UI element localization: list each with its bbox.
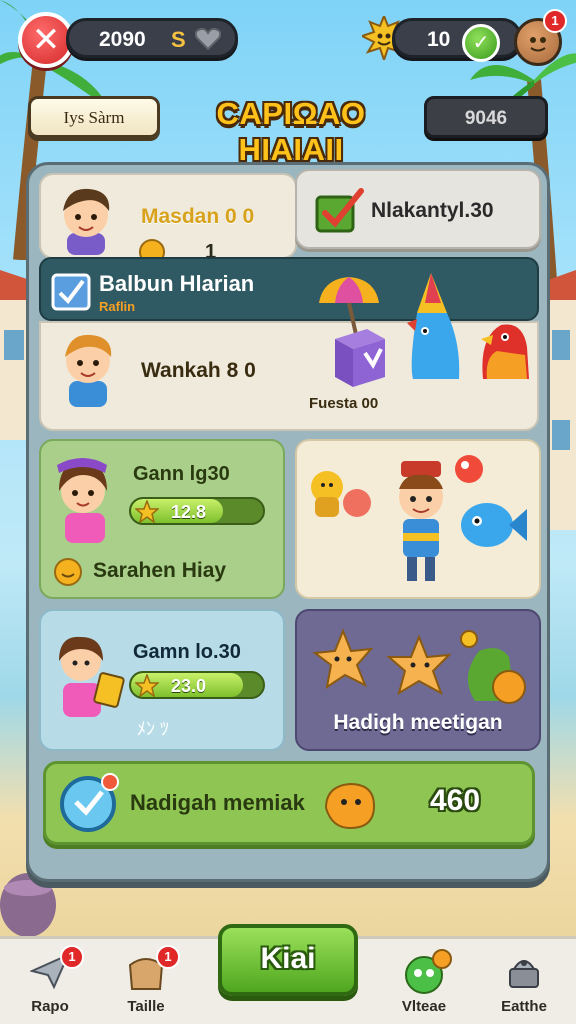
player-2-name: Wankah 8 0 [141, 359, 256, 382]
check-square-icon [51, 273, 91, 311]
green-orb-icon [405, 949, 452, 994]
player-card-2[interactable]: Wankah 8 0 Fuesta 00 [39, 273, 539, 431]
play-button-label: Kiai [260, 942, 316, 975]
robot-icon [509, 960, 539, 988]
player-card-4[interactable]: Gamn lo.30 23.0 ﾒﾝ ﾂ [39, 609, 285, 751]
hadigh-card[interactable]: Hadigh meetigan [295, 609, 541, 751]
nav-item-vlteae[interactable]: Vlteae [384, 945, 464, 1021]
nadigah-card[interactable]: Nadigah memiak 460 [43, 761, 535, 845]
player-3-progress-bar: 12.8 [129, 497, 265, 525]
banner-title: Balbun Hlarian [99, 271, 255, 296]
orange-blob-icon [324, 782, 376, 830]
player-4-progress-text: 23.0 [171, 676, 207, 696]
blue-creature-icon [407, 273, 460, 379]
player-4-footer: ﾒﾝ ﾂ [137, 719, 170, 739]
nav-badge-taille: 1 [156, 945, 180, 969]
player-3-progress-text: 12.8 [171, 502, 207, 522]
player-1-name: Masdan 0 0 [141, 205, 255, 228]
player-3-name: Gann lg30 [133, 463, 230, 485]
star-icon [135, 500, 159, 523]
player-name: Iys Sàrm [63, 108, 125, 127]
player-card-3[interactable]: Gann lg30 12.8 Sarahen Hiay [39, 439, 285, 599]
chat-bubble-icon [60, 773, 119, 832]
smiley-coin-icon [54, 558, 82, 586]
nav-label-eatthe: Eatthe [501, 998, 547, 1015]
nav-label-taille: Taille [127, 998, 165, 1015]
star-icon [135, 674, 159, 697]
score-box: 9046 [424, 96, 548, 138]
gem-counter: 10 [392, 18, 522, 58]
notification-badge: 1 [543, 9, 567, 33]
heart-icon [195, 27, 221, 51]
kid-avatar-icon [65, 334, 112, 407]
gem-count: 10 [427, 28, 451, 51]
page-title: CAPIΩAO HIAIAII [216, 96, 366, 167]
blue-fish-icon [461, 503, 527, 547]
player-4-name: Gamn lo.30 [133, 641, 241, 663]
play-button[interactable]: Kiai [218, 924, 358, 996]
nav-item-eatthe[interactable]: Eatthe [484, 945, 564, 1021]
top-hud: ✕ 2090 S 10 ✓ 1 [0, 8, 576, 68]
star-characters-icon [312, 628, 526, 704]
close-icon: ✕ [31, 20, 61, 60]
nadigah-label: Nadigah memiak [130, 790, 305, 815]
player-name-tag[interactable]: Iys Sàrm [28, 96, 160, 138]
nav-item-taille[interactable]: 1 Taille [106, 945, 186, 1021]
main-panel: Masdan 0 0 1 Nlakantyl.30 Balbun Hlarian… [26, 162, 550, 882]
girl-avatar-icon [57, 458, 107, 543]
nlakantyl-button[interactable]: Nlakantyl.30 [295, 169, 541, 249]
hadigh-label: Hadigh meetigan [333, 711, 503, 734]
add-gems-button[interactable]: ✓ [462, 24, 500, 62]
player-card-1[interactable]: Masdan 0 0 1 [39, 173, 297, 265]
nlakantyl-label: Nlakantyl.30 [371, 199, 494, 222]
red-balloon-icon [455, 455, 483, 483]
house-right [548, 270, 576, 530]
currency-symbol: S [171, 27, 186, 52]
nav-item-rapo[interactable]: 1 Rapo [10, 945, 90, 1021]
profile-avatar-button[interactable]: 1 [514, 9, 567, 66]
gift-box-icon [335, 329, 385, 387]
player-4-progress-bar: 23.0 [129, 671, 265, 699]
pet-characters-icon [311, 471, 371, 517]
nav-badge-rapo: 1 [60, 945, 84, 969]
red-creature-icon [481, 324, 529, 379]
characters-card[interactable] [295, 439, 541, 599]
player-3-footer: Sarahen Hiay [93, 559, 227, 582]
coin-counter: 2090 S [66, 18, 238, 58]
coin-count: 2090 [99, 28, 146, 51]
check-icon: ✓ [472, 30, 490, 54]
nav-label-rapo: Rapo [31, 998, 69, 1015]
nadigah-value: 460 [430, 784, 481, 817]
nav-label-vlteae: Vlteae [401, 998, 447, 1015]
boy-avatar-icon [63, 188, 110, 255]
checkbox-icon [315, 188, 364, 233]
score-value: 9046 [464, 108, 508, 129]
banner-subtitle: Raflin [99, 299, 136, 314]
player-2-caption: Fuesta 00 [309, 395, 379, 412]
girl-book-avatar-icon [59, 636, 125, 717]
